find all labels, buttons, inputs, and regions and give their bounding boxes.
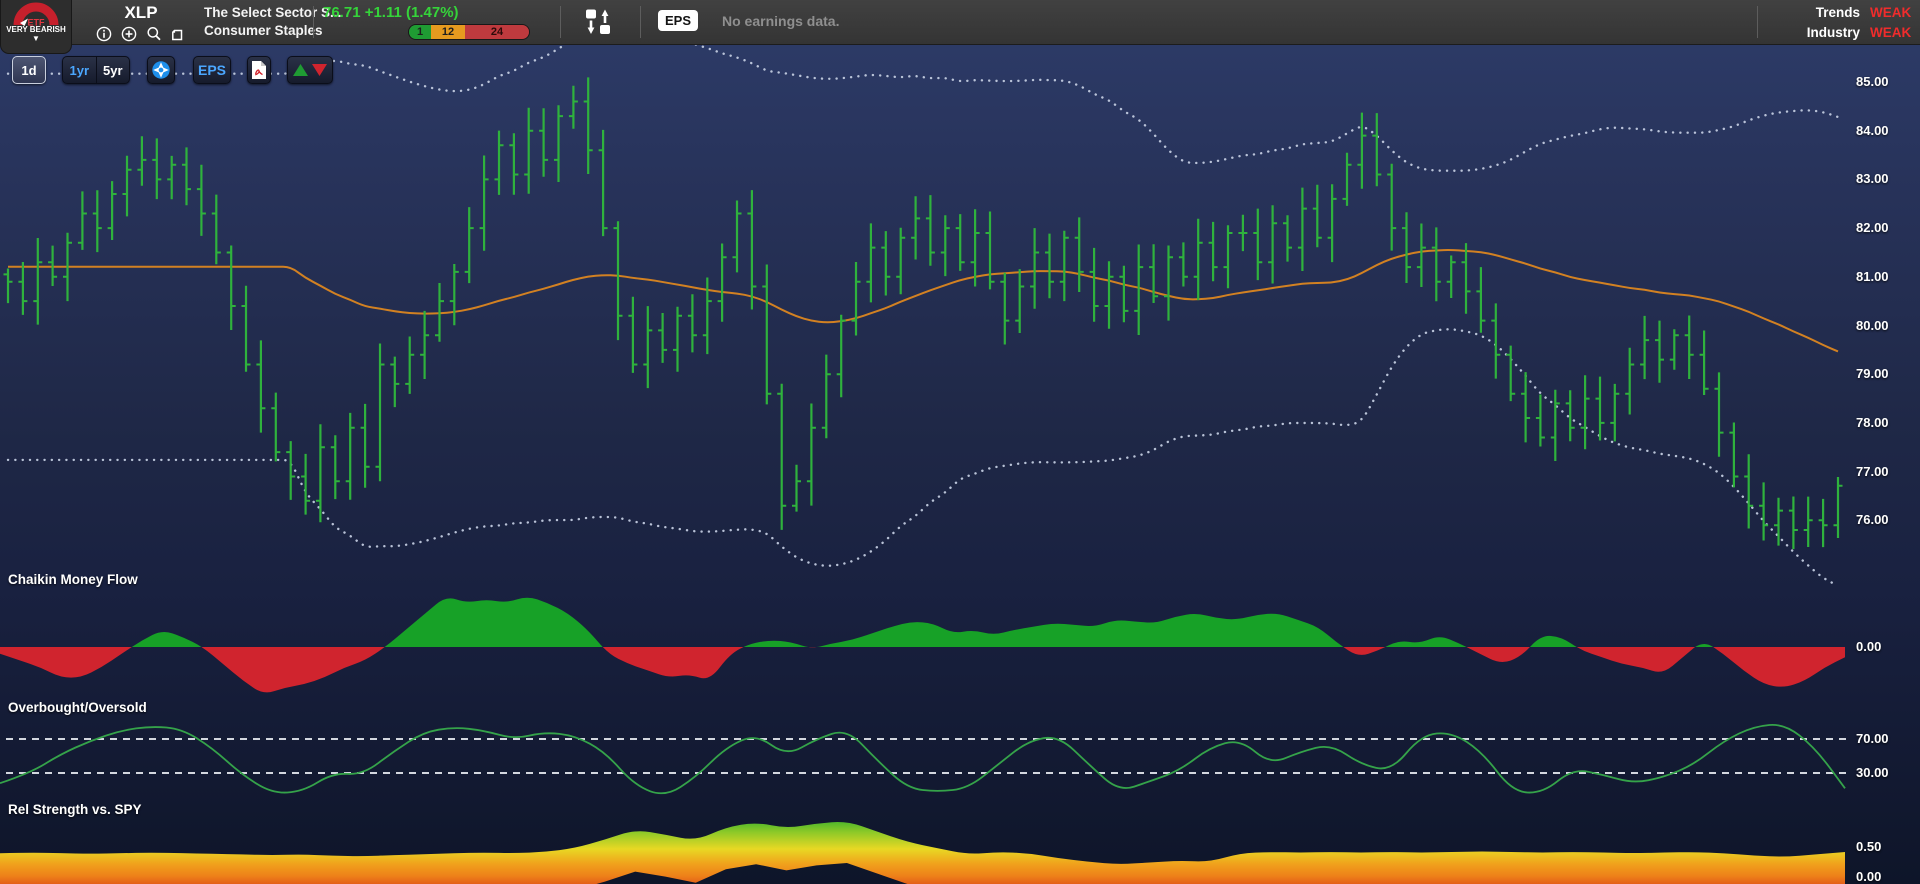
- rs-panel-title: Rel Strength vs. SPY: [8, 802, 142, 817]
- compare-icon[interactable]: [572, 6, 624, 38]
- power-gauge-bullish-count: 1: [409, 25, 431, 39]
- industry-value: WEAK: [1870, 25, 1916, 40]
- trends-label: Trends: [1816, 5, 1860, 20]
- quote-block: 76.71 +1.11 (1.47%) 1 12 24: [323, 4, 530, 40]
- bollinger-bands: [8, 44, 1838, 586]
- power-gauge-arc-icon: ETF: [12, 2, 60, 27]
- info-icon[interactable]: [96, 26, 112, 42]
- chaikin-analytics-app: XLP The Select Sector S... Consumer Stap…: [0, 0, 1920, 884]
- price-axis-label: 77.00: [1856, 464, 1889, 479]
- eps-message: No earnings data.: [722, 13, 839, 29]
- obos-panel-title: Overbought/Oversold: [8, 700, 147, 715]
- price-axis-label: 82.00: [1856, 220, 1889, 235]
- target-icon: [150, 59, 172, 81]
- moving-average-line: [8, 250, 1838, 351]
- power-gauge-rating-tab[interactable]: ETF VERY BEARISH ▼: [0, 0, 72, 54]
- price-quote: 76.71 +1.11 (1.47%): [323, 4, 530, 21]
- security-sector: Consumer Staples: [204, 22, 341, 40]
- divider: [560, 6, 561, 38]
- price-axis-label: 78.00: [1856, 415, 1889, 430]
- eps-badge: EPS: [658, 10, 698, 31]
- range-group-button[interactable]: 1yr 5yr: [62, 56, 130, 84]
- trends-value: WEAK: [1870, 5, 1916, 20]
- search-icon[interactable]: [146, 26, 162, 42]
- price-axis-label: 83.00: [1856, 171, 1889, 186]
- overbought-oversold-line: [0, 725, 1848, 793]
- obos-70-label: 70.00: [1856, 731, 1889, 746]
- range-5yr-button[interactable]: 5yr: [97, 57, 130, 83]
- signals-toggle-button[interactable]: [287, 56, 333, 84]
- price-axis-label: 76.00: [1856, 512, 1889, 527]
- security-name-block: The Select Sector S... Consumer Staples: [204, 4, 341, 40]
- price-axis-label: 84.00: [1856, 123, 1889, 138]
- obos-30-label: 30.00: [1856, 765, 1889, 780]
- header-bar: XLP The Select Sector S... Consumer Stap…: [0, 0, 1920, 45]
- trends-row: Trends WEAK: [1746, 2, 1916, 22]
- power-gauge-bearish-count: 24: [465, 25, 529, 39]
- divider: [313, 6, 314, 38]
- trend-summary: Trends WEAK Industry WEAK: [1746, 2, 1916, 42]
- pdf-file-icon: [250, 60, 268, 80]
- cmf-zero-label: 0.00: [1856, 639, 1881, 654]
- symbol-tools: [82, 26, 200, 42]
- bullish-triangle-icon: [293, 64, 308, 76]
- price-bars: [4, 77, 1843, 549]
- symbol-block: XLP: [82, 3, 200, 42]
- cmf-panel-title: Chaikin Money Flow: [8, 572, 138, 587]
- chaikin-money-flow-area: [0, 598, 1845, 693]
- chart-area: 1d 1yr 5yr EPS Chaik: [0, 44, 1920, 884]
- price-and-indicator-charts[interactable]: [0, 44, 1920, 884]
- price-axis-label: 80.00: [1856, 318, 1889, 333]
- power-gauge-neutral-count: 12: [431, 25, 465, 39]
- range-1d-button[interactable]: 1d: [12, 56, 46, 84]
- divider: [640, 6, 641, 38]
- power-gauge-rating: VERY BEARISH: [6, 25, 66, 34]
- bearish-triangle-icon: [312, 64, 327, 76]
- price-axis-label: 85.00: [1856, 74, 1889, 89]
- add-icon[interactable]: [121, 26, 137, 42]
- relative-strength-area: [0, 822, 1845, 884]
- eps-toggle-button[interactable]: EPS: [193, 56, 231, 84]
- price-axis-label: 81.00: [1856, 269, 1889, 284]
- chevron-down-icon: ▼: [32, 35, 40, 43]
- export-pdf-button[interactable]: [247, 56, 271, 84]
- rs-000-label: 0.00: [1856, 869, 1881, 884]
- range-1yr-button[interactable]: 1yr: [63, 57, 97, 83]
- security-name: The Select Sector S...: [204, 4, 341, 22]
- copy-page-icon[interactable]: [171, 26, 187, 42]
- rs-050-label: 0.50: [1856, 839, 1881, 854]
- industry-label: Industry: [1807, 25, 1860, 40]
- price-axis-label: 79.00: [1856, 366, 1889, 381]
- industry-row: Industry WEAK: [1746, 22, 1916, 42]
- indicator-settings-button[interactable]: [147, 56, 175, 84]
- ticker-symbol: XLP: [82, 3, 200, 23]
- power-gauge-bar[interactable]: 1 12 24: [408, 24, 530, 40]
